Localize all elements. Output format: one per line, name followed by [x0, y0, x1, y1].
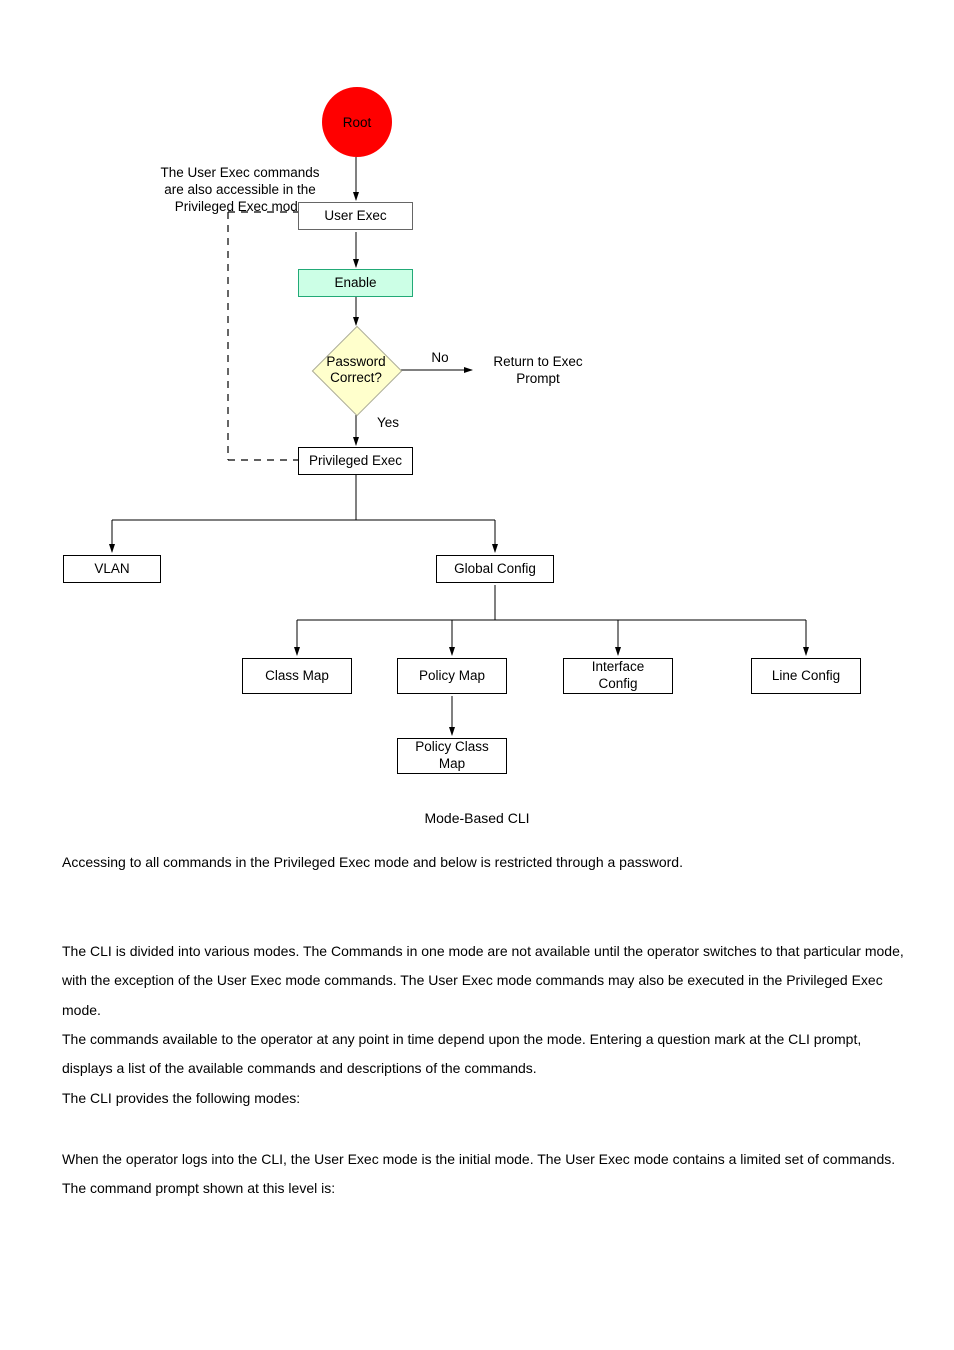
- policy-map-node: Policy Map: [397, 658, 507, 694]
- class-map-node: Class Map: [242, 658, 352, 694]
- vlan-node: VLAN: [63, 555, 161, 583]
- no-label: No: [420, 350, 460, 367]
- paragraph-2: The CLI is divided into various modes. T…: [62, 937, 914, 1025]
- user-exec-node: User Exec: [298, 202, 413, 230]
- paragraph-1: Accessing to all commands in the Privile…: [62, 848, 914, 877]
- enable-node: Enable: [298, 269, 413, 297]
- paragraph-4: The CLI provides the following modes:: [62, 1084, 914, 1113]
- return-exec-label: Return to Exec Prompt: [478, 354, 598, 388]
- password-decision: Password Correct?: [312, 326, 400, 414]
- yes-label: Yes: [368, 415, 408, 432]
- line-config-node: Line Config: [751, 658, 861, 694]
- interface-config-node: Interface Config: [563, 658, 673, 694]
- root-label: Root: [343, 115, 372, 130]
- diagram-caption: Mode-Based CLI: [0, 810, 954, 826]
- paragraph-5: When the operator logs into the CLI, the…: [62, 1145, 914, 1204]
- root-node: Root: [322, 87, 392, 157]
- mode-based-cli-diagram: Root The User Exec commands are also acc…: [0, 0, 954, 800]
- global-config-node: Global Config: [436, 555, 554, 583]
- privileged-exec-node: Privileged Exec: [298, 447, 413, 475]
- policy-class-map-node: Policy Class Map: [397, 738, 507, 774]
- paragraph-3: The commands available to the operator a…: [62, 1025, 914, 1084]
